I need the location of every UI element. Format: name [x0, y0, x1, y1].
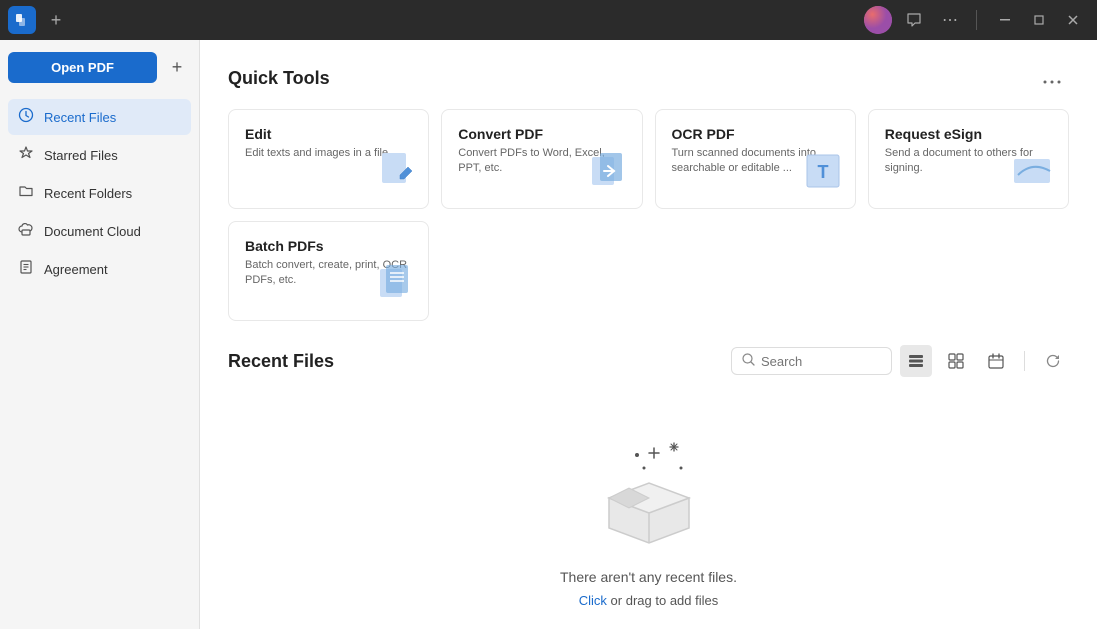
empty-action-middle: or drag — [607, 593, 655, 608]
esign-tool-icon — [1012, 151, 1056, 196]
app-icon — [8, 6, 36, 34]
sidebar-item-agreement[interactable]: Agreement — [8, 251, 191, 287]
window-controls — [989, 6, 1089, 34]
search-input[interactable] — [761, 354, 881, 369]
sidebar-add-button[interactable]: + — [163, 54, 191, 82]
starred-files-icon — [18, 145, 34, 165]
sidebar-item-starred-files[interactable]: Starred Files — [8, 137, 191, 173]
search-box[interactable] — [731, 347, 892, 375]
tool-title-ocr: OCR PDF — [672, 126, 839, 142]
recent-files-title: Recent Files — [228, 351, 334, 372]
sidebar-item-label: Agreement — [44, 262, 108, 277]
sidebar-item-label: Recent Files — [44, 110, 116, 125]
main-layout: Open PDF + Recent Files Star — [0, 40, 1097, 629]
sidebar-item-recent-files[interactable]: Recent Files — [8, 99, 191, 135]
titlebar-left: + — [8, 6, 68, 34]
edit-tool-icon — [378, 151, 416, 196]
ocr-tool-icon: T — [803, 151, 843, 196]
empty-action-end: to add files — [655, 593, 718, 608]
more-options-button[interactable]: ⋯ — [936, 6, 964, 34]
content-area: Quick Tools Edit Edit texts and images i… — [200, 40, 1097, 629]
titlebar-right: ⋯ — [864, 6, 1089, 34]
tool-title-batch: Batch PDFs — [245, 238, 412, 254]
titlebar-separator — [976, 10, 977, 30]
recent-files-controls — [731, 345, 1069, 377]
search-icon — [742, 353, 755, 369]
tool-title-convert: Convert PDF — [458, 126, 625, 142]
sidebar-nav: Recent Files Starred Files Recent Folder… — [8, 99, 191, 287]
sidebar-item-label: Document Cloud — [44, 224, 141, 239]
quick-tools-header: Quick Tools — [228, 64, 1069, 93]
convert-tool-icon — [590, 151, 630, 196]
svg-text:T: T — [817, 162, 828, 182]
recent-files-header: Recent Files — [228, 345, 1069, 377]
empty-illustration — [589, 433, 709, 553]
empty-action-text: Click or drag to add files — [579, 593, 718, 608]
agreement-icon — [18, 259, 34, 279]
empty-state: There aren't any recent files. Click or … — [228, 393, 1069, 629]
empty-message: There aren't any recent files. — [560, 569, 737, 585]
tool-title-esign: Request eSign — [885, 126, 1052, 142]
tool-card-convert[interactable]: Convert PDF Convert PDFs to Word, Excel,… — [441, 109, 642, 209]
tool-card-esign[interactable]: Request eSign Send a document to others … — [868, 109, 1069, 209]
quick-tools-title: Quick Tools — [228, 68, 330, 89]
avatar — [864, 6, 892, 34]
sidebar-item-document-cloud[interactable]: Document Cloud — [8, 213, 191, 249]
empty-click-link[interactable]: Click — [579, 593, 607, 608]
tool-card-ocr[interactable]: OCR PDF Turn scanned documents into sear… — [655, 109, 856, 209]
tool-title-edit: Edit — [245, 126, 412, 142]
document-cloud-icon — [18, 221, 34, 241]
tool-card-edit[interactable]: Edit Edit texts and images in a file. — [228, 109, 429, 209]
dots-icon: ⋯ — [942, 10, 958, 30]
open-pdf-button[interactable]: Open PDF — [8, 52, 157, 83]
view-separator — [1024, 351, 1025, 371]
sidebar-item-recent-folders[interactable]: Recent Folders — [8, 175, 191, 211]
grid-view-button[interactable] — [940, 345, 972, 377]
sidebar-item-label: Starred Files — [44, 148, 118, 163]
recent-folders-icon — [18, 183, 34, 203]
chat-icon-button[interactable] — [900, 6, 928, 34]
quick-tools-more-button[interactable] — [1035, 64, 1069, 93]
minimize-button[interactable] — [989, 6, 1021, 34]
batch-tool-icon — [378, 263, 416, 308]
maximize-button[interactable] — [1023, 6, 1055, 34]
sidebar: Open PDF + Recent Files Star — [0, 40, 200, 629]
titlebar: + ⋯ — [0, 0, 1097, 40]
close-button[interactable] — [1057, 6, 1089, 34]
recent-files-icon — [18, 107, 34, 127]
sidebar-item-label: Recent Folders — [44, 186, 132, 201]
tool-card-batch[interactable]: Batch PDFs Batch convert, create, print,… — [228, 221, 429, 321]
list-view-button[interactable] — [900, 345, 932, 377]
refresh-button[interactable] — [1037, 345, 1069, 377]
sidebar-top-row: Open PDF + — [8, 52, 191, 83]
new-tab-button[interactable]: + — [44, 8, 68, 32]
calendar-view-button[interactable] — [980, 345, 1012, 377]
